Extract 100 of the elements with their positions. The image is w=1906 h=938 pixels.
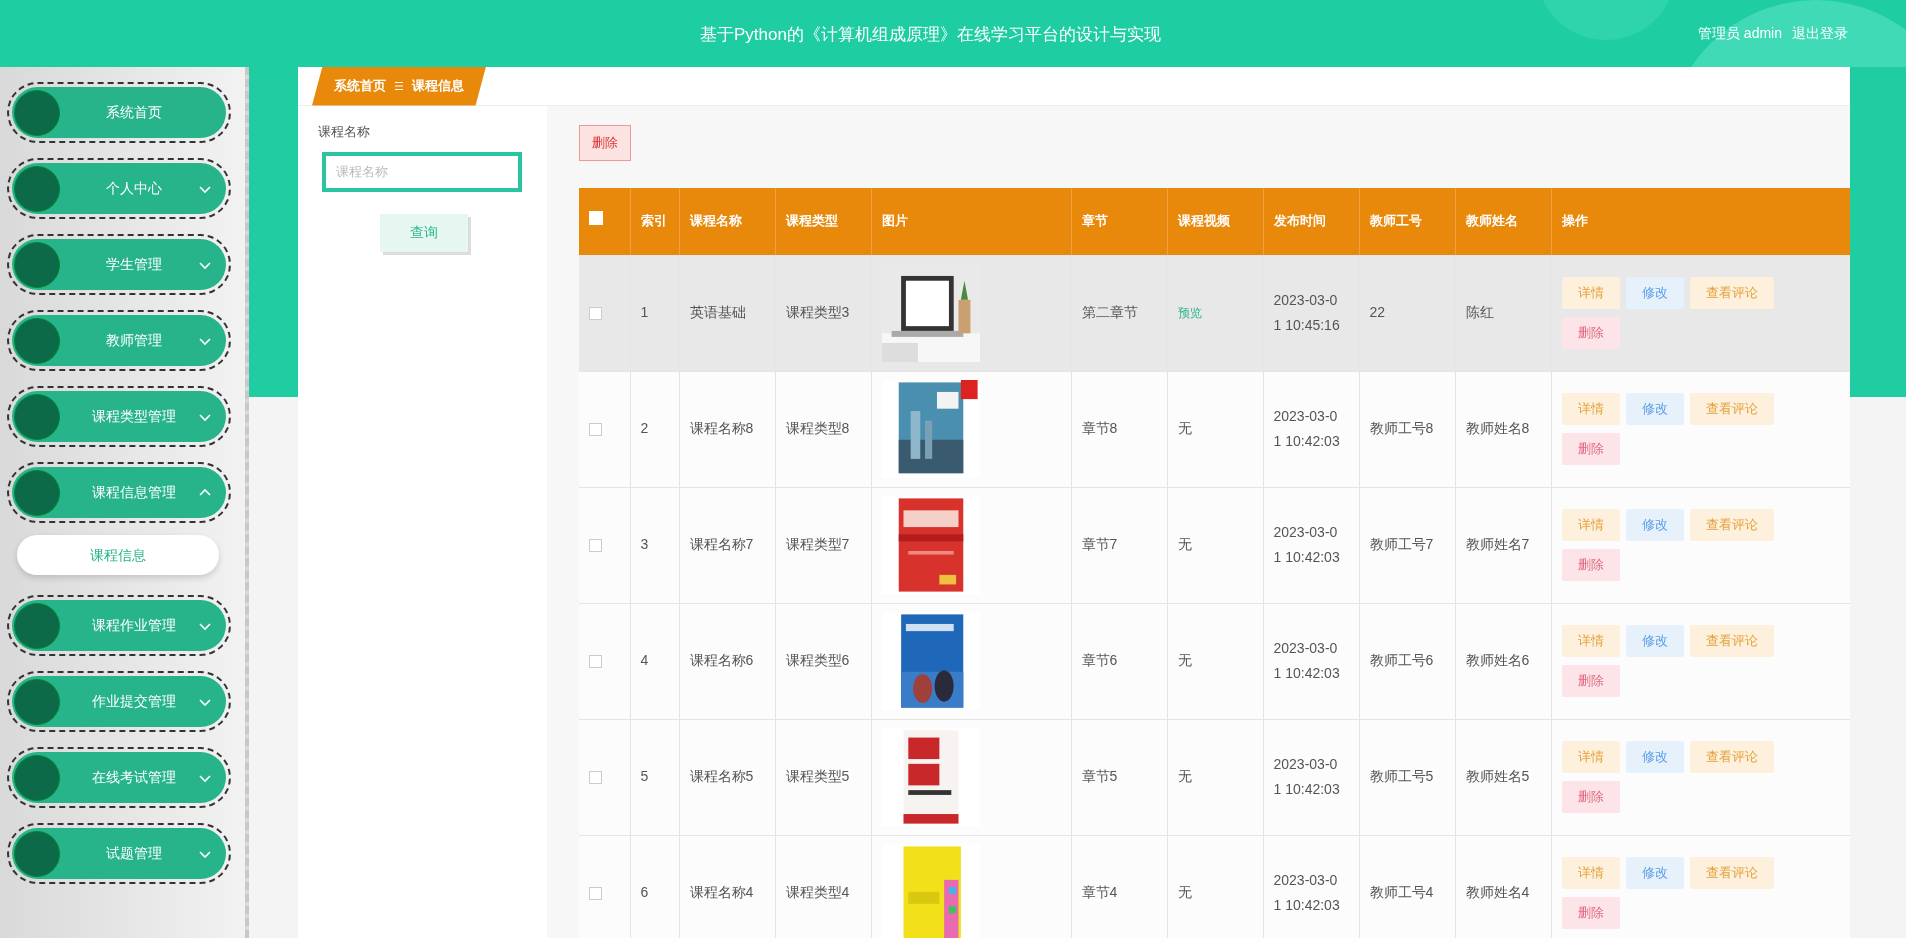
column-header: 图片	[881, 213, 908, 229]
logout-link[interactable]: 退出登录	[1792, 23, 1848, 44]
sidebar-subitem[interactable]: 课程信息	[17, 535, 219, 575]
table-cell-text: 2023-03-01 10:42:03	[1273, 406, 1341, 451]
delete-button[interactable]: 删除	[1561, 897, 1620, 929]
table-cell: 教师姓名7	[1465, 536, 1530, 553]
field-label: 课程名称	[318, 123, 371, 141]
column-header: 索引	[640, 213, 667, 229]
table-cell: 章节8	[1081, 420, 1118, 437]
circle-icon	[14, 678, 60, 725]
detail-button[interactable]: 详情	[1561, 741, 1620, 773]
delete-button[interactable]: 删除	[1561, 549, 1620, 581]
column-header: 发布时间	[1273, 213, 1326, 229]
circle-icon	[14, 89, 60, 136]
delete-button[interactable]: 删除	[1561, 665, 1620, 697]
table-cell: 教师姓名4	[1465, 884, 1530, 901]
comments-button[interactable]: 查看评论	[1689, 393, 1774, 425]
page-title: 基于Python的《计算机组成原理》在线学习平台的设计与实现	[700, 24, 1161, 46]
edit-button[interactable]: 修改	[1625, 625, 1684, 657]
edit-button[interactable]: 修改	[1625, 741, 1684, 773]
table-cell: 课程类型6	[785, 652, 850, 669]
table-cell: 教师工号8	[1369, 420, 1434, 437]
table-cell: 无	[1177, 884, 1192, 901]
table-cell: 教师姓名8	[1465, 420, 1530, 437]
table-cell: 课程名称8	[689, 420, 754, 437]
column-header: 课程类型	[785, 213, 838, 229]
edit-button[interactable]: 修改	[1625, 509, 1684, 541]
comments-button[interactable]: 查看评论	[1689, 741, 1774, 773]
table-cell: 课程名称5	[689, 768, 754, 785]
circle-icon	[14, 165, 60, 212]
table-cell: 课程名称7	[689, 536, 754, 553]
detail-button[interactable]: 详情	[1561, 509, 1620, 541]
table-cell: 教师姓名6	[1465, 652, 1530, 669]
table-cell-text: 2023-03-01 10:42:03	[1273, 870, 1341, 915]
column-header: 章节	[1081, 213, 1108, 229]
breadcrumb-link[interactable]: 系统首页	[334, 76, 386, 96]
comments-button[interactable]: 查看评论	[1689, 509, 1774, 541]
row-checkbox[interactable]	[589, 771, 602, 785]
table-cell-text: 2023-03-01 10:45:16	[1273, 290, 1341, 335]
menu-icon	[394, 81, 404, 91]
detail-button[interactable]: 详情	[1561, 857, 1620, 889]
column-header: 课程视频	[1177, 213, 1230, 229]
comments-button[interactable]: 查看评论	[1689, 276, 1774, 309]
table-cell: 章节7	[1081, 536, 1118, 553]
row-checkbox[interactable]	[589, 887, 602, 901]
table-cell: 课程类型3	[785, 304, 850, 321]
breadcrumb-link[interactable]: 课程信息	[412, 76, 464, 96]
table-cell: 课程类型5	[785, 768, 850, 785]
row-checkbox[interactable]	[589, 655, 602, 669]
search-button[interactable]: 查询	[380, 213, 468, 252]
circle-icon	[14, 469, 60, 516]
user-label: 管理员 admin	[1697, 24, 1782, 43]
column-header: 教师姓名	[1465, 213, 1518, 229]
edit-button[interactable]: 修改	[1625, 857, 1684, 889]
detail-button[interactable]: 详情	[1561, 625, 1620, 657]
table-cell: 课程类型8	[785, 420, 850, 437]
table-cell: 章节4	[1081, 884, 1118, 901]
table-cell: 22	[1369, 304, 1386, 321]
table-cell: 教师姓名5	[1465, 768, 1530, 785]
detail-button[interactable]: 详情	[1561, 276, 1620, 309]
table-cell: 章节6	[1081, 652, 1118, 669]
delete-button[interactable]: 删除	[1561, 433, 1620, 465]
table-cell: 第二章节	[1081, 304, 1138, 321]
column-header: 教师工号	[1369, 213, 1422, 229]
edit-button[interactable]: 修改	[1625, 393, 1684, 425]
table-cell: 4	[640, 652, 649, 669]
search-field[interactable]: 课程名称	[322, 151, 522, 192]
table-cell: 教师工号4	[1369, 884, 1434, 901]
delete-button[interactable]: 删除	[1561, 781, 1620, 813]
table-cell: 课程名称6	[689, 652, 754, 669]
column-header: 操作	[1561, 213, 1588, 229]
row-checkbox[interactable]	[589, 423, 602, 437]
select-all-checkbox[interactable]	[589, 211, 603, 226]
table-cell-text: 2023-03-01 10:42:03	[1273, 638, 1341, 683]
circle-icon	[14, 830, 60, 877]
comments-button[interactable]: 查看评论	[1689, 857, 1774, 889]
table-cell: 教师工号5	[1369, 768, 1434, 785]
comments-button[interactable]: 查看评论	[1689, 625, 1774, 657]
table-cell-text: 2023-03-01 10:42:03	[1273, 522, 1341, 567]
edit-button[interactable]: 修改	[1625, 276, 1684, 309]
table-cell: 教师工号6	[1369, 652, 1434, 669]
table-cell: 6	[640, 884, 649, 901]
column-header: 课程名称	[689, 213, 742, 229]
circle-icon	[14, 754, 60, 801]
row-checkbox[interactable]	[589, 539, 602, 553]
row-checkbox[interactable]	[589, 306, 602, 320]
circle-icon	[14, 393, 60, 440]
table-cell: 章节5	[1081, 768, 1118, 785]
table-cell: 课程类型4	[785, 884, 850, 901]
delete-button[interactable]: 删除	[1561, 316, 1620, 349]
delete-button[interactable]: 删除	[579, 125, 631, 161]
table-cell: 无	[1177, 536, 1192, 553]
circle-icon	[14, 602, 60, 649]
table-cell: 陈红	[1465, 304, 1494, 321]
preview-link[interactable]: 预览	[1177, 306, 1202, 321]
circle-icon	[14, 241, 60, 288]
table-cell: 1	[640, 304, 649, 321]
table-cell: 无	[1177, 768, 1192, 785]
table-cell: 课程名称4	[689, 884, 754, 901]
detail-button[interactable]: 详情	[1561, 393, 1620, 425]
